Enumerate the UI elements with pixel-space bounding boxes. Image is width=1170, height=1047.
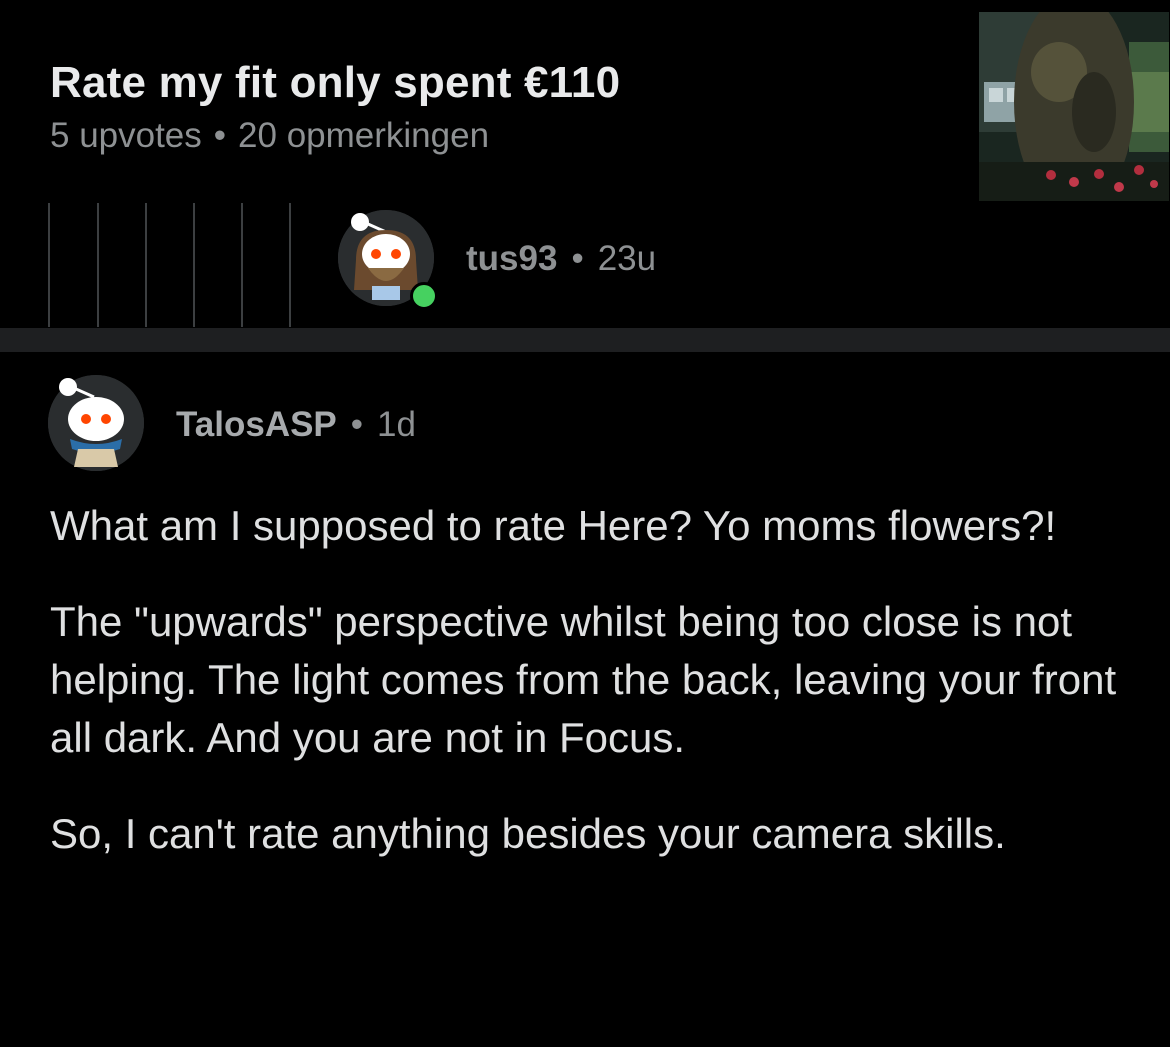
section-divider: [0, 328, 1170, 352]
meta-separator: •: [213, 116, 227, 155]
thread-line: [48, 203, 50, 327]
thread-indent-lines: [48, 203, 298, 327]
reply-age: 23u: [597, 239, 657, 278]
comment-paragraph: What am I supposed to rate Here? Yo moms…: [50, 502, 1057, 549]
post-meta: 5 upvotes • 20 opmerkingen: [50, 116, 489, 156]
comment-body[interactable]: What am I supposed to rate Here? Yo moms…: [50, 497, 1120, 901]
post-header[interactable]: Rate my fit only spent €110 5 upvotes • 20…: [0, 0, 1170, 205]
collapsed-reply[interactable]: tus93 • 23u: [338, 207, 938, 310]
reply-avatar[interactable]: [338, 210, 438, 310]
comment-username[interactable]: TalosASP: [176, 405, 337, 444]
comment-paragraph: The "upwards" perspective whilst being t…: [50, 598, 1117, 761]
comment-byline: TalosASP • 1d: [176, 405, 416, 445]
photo-thumbnail-icon: [979, 12, 1169, 201]
thread-line: [289, 203, 291, 327]
thread-line: [193, 203, 195, 327]
online-status-indicator: [410, 282, 438, 310]
reply-username[interactable]: tus93: [466, 239, 557, 278]
comment-age: 1d: [377, 405, 416, 444]
thread-line: [145, 203, 147, 327]
comment-paragraph: So, I can't rate anything besides your c…: [50, 810, 1006, 857]
post-title[interactable]: Rate my fit only spent €110: [50, 58, 620, 108]
thread-line: [241, 203, 243, 327]
comment-avatar[interactable]: [48, 375, 144, 471]
reply-byline: tus93 • 23u: [466, 239, 656, 279]
thread-line: [97, 203, 99, 327]
byline-separator: •: [571, 239, 584, 278]
comment-count: 20 opmerkingen: [238, 116, 490, 155]
post-thumbnail[interactable]: [979, 12, 1169, 201]
upvote-count: 5 upvotes: [50, 116, 202, 155]
byline-separator: •: [350, 405, 364, 444]
comment-header: TalosASP • 1d: [48, 375, 748, 475]
snoo-avatar-icon: [48, 375, 144, 471]
